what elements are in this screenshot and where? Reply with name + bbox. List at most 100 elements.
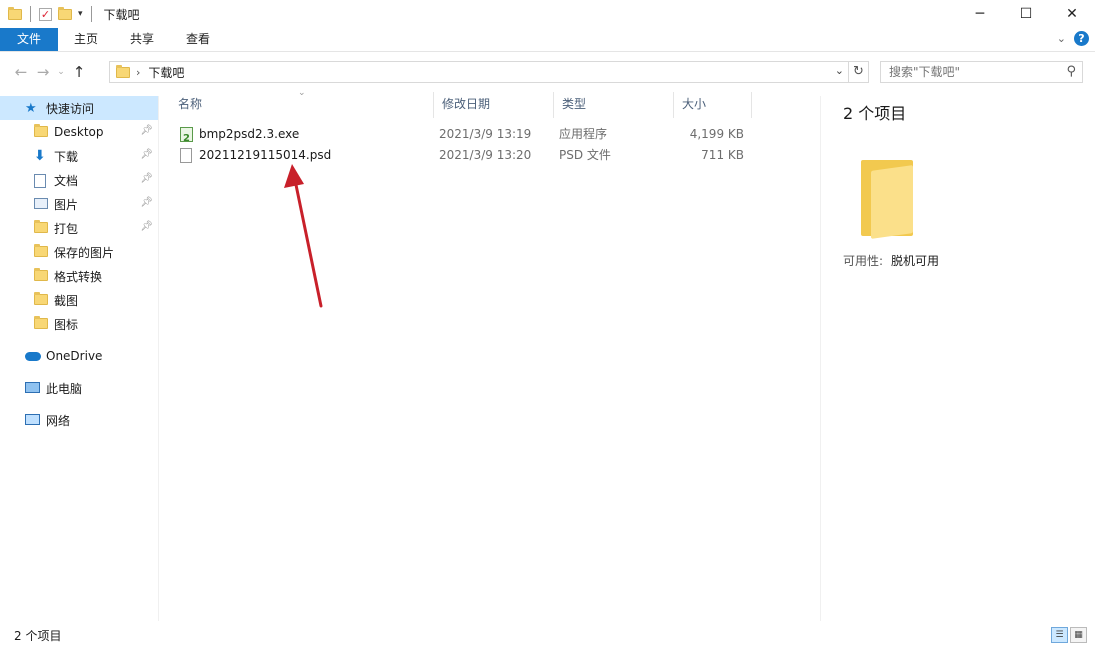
window-title: 下载吧 — [103, 7, 140, 22]
column-header-type[interactable]: 类型 — [554, 92, 674, 118]
status-bar: 2 个项目 ☰ ▦ — [0, 624, 1095, 647]
nav-item-desktop[interactable]: Desktop 📌︎ — [0, 120, 158, 144]
nav-item-screenshots[interactable]: 截图 — [0, 288, 158, 312]
column-header-date[interactable]: 修改日期 — [434, 92, 554, 118]
up-arrow-icon[interactable]: ↑ — [68, 63, 90, 81]
nav-onedrive[interactable]: OneDrive — [0, 344, 158, 368]
details-item-count: 2 个项目 — [843, 104, 907, 123]
nav-network[interactable]: 网络 — [0, 408, 158, 432]
quick-access-toolbar: ✓ ▾ — [0, 0, 94, 28]
expand-ribbon-chevron-icon[interactable]: ⌄ — [1057, 32, 1066, 45]
pin-icon: 📌︎ — [140, 149, 153, 160]
tab-share[interactable]: 共享 — [114, 28, 170, 51]
nav-item-icons[interactable]: 图标 — [0, 312, 158, 336]
new-folder-icon[interactable] — [58, 6, 72, 20]
folder-icon — [8, 6, 22, 20]
file-size: 711 KB — [701, 148, 744, 162]
folder-icon — [34, 220, 48, 233]
nav-item-format-convert[interactable]: 格式转换 — [0, 264, 158, 288]
network-icon — [25, 414, 40, 425]
details-view-icon[interactable]: ☰ — [1051, 627, 1068, 643]
toolbar-divider — [90, 6, 92, 22]
ribbon-right-controls: ⌄ ? — [1057, 31, 1089, 46]
column-header-name[interactable]: 名称 — [170, 92, 434, 118]
title-bar: ✓ ▾ 下载吧 ─ ☐ ✕ — [0, 0, 1095, 28]
file-row-psd[interactable]: 20211219115014.psd 2021/3/9 13:20 PSD 文件… — [170, 145, 815, 166]
folder-icon — [34, 292, 48, 305]
picture-icon — [34, 198, 48, 209]
large-icons-view-icon[interactable]: ▦ — [1070, 627, 1087, 643]
help-icon[interactable]: ? — [1074, 31, 1089, 46]
customize-toolbar-chevron-icon[interactable]: ▾ — [78, 9, 83, 19]
exe-icon: 2 — [180, 127, 193, 144]
document-icon — [34, 174, 46, 188]
forward-arrow-icon[interactable]: → — [32, 63, 54, 81]
nav-quick-access[interactable]: ★ 快速访问 — [0, 96, 158, 120]
maximize-button[interactable]: ☐ — [1003, 0, 1049, 28]
nav-item-pictures[interactable]: 图片 📌︎ — [0, 192, 158, 216]
navigation-pane: ★ 快速访问 Desktop 📌︎ ⬇ 下载 📌︎ 文档 📌︎ 图片 📌︎ 打包… — [0, 96, 158, 621]
refresh-icon[interactable]: ↻ — [848, 62, 868, 82]
tab-home[interactable]: 主页 — [58, 28, 114, 51]
cloud-icon — [25, 352, 41, 361]
file-row-exe[interactable]: 2 bmp2psd2.3.exe 2021/3/9 13:19 应用程序 4,1… — [170, 124, 815, 145]
nav-item-pack[interactable]: 打包 📌︎ — [0, 216, 158, 240]
folder-icon — [34, 244, 48, 257]
folder-icon — [34, 268, 48, 281]
toolbar-divider — [30, 6, 31, 22]
file-date: 2021/3/9 13:19 — [439, 127, 532, 141]
breadcrumb-current[interactable]: 下载吧 — [148, 64, 184, 81]
nav-item-documents[interactable]: 文档 📌︎ — [0, 168, 158, 192]
pane-divider[interactable] — [158, 96, 159, 621]
availability-value: 脱机可用 — [891, 254, 940, 268]
search-box[interactable]: ⚲ — [880, 61, 1083, 83]
address-row: ← → ⌄ ↑ › 下载吧 ⌄ ↻ ⚲ — [0, 56, 1095, 88]
pin-icon: 📌︎ — [140, 197, 153, 208]
computer-icon — [25, 382, 40, 393]
folder-icon — [34, 316, 48, 329]
search-input[interactable] — [889, 65, 1059, 79]
availability: 可用性: 脱机可用 — [843, 252, 939, 269]
details-pane: 2 个项目 可用性: 脱机可用 — [820, 96, 1090, 621]
psd-file-icon — [180, 148, 192, 163]
file-date: 2021/3/9 13:20 — [439, 148, 532, 162]
breadcrumb-chevron-icon[interactable]: › — [136, 66, 140, 79]
annotation-arrow — [284, 164, 323, 308]
file-size: 4,199 KB — [689, 127, 744, 141]
ribbon-tabs: 文件 主页 共享 查看 ⌄ ? — [0, 28, 1095, 52]
view-toggle: ☰ ▦ — [1051, 627, 1087, 643]
file-type: PSD 文件 — [559, 148, 611, 162]
large-folder-icon — [861, 160, 913, 239]
nav-item-saved-pictures[interactable]: 保存的图片 — [0, 240, 158, 264]
file-type: 应用程序 — [559, 127, 608, 141]
file-name[interactable]: bmp2psd2.3.exe — [199, 124, 299, 145]
tab-view[interactable]: 查看 — [170, 28, 226, 51]
window-controls: ─ ☐ ✕ — [957, 0, 1095, 28]
properties-icon[interactable]: ✓ — [39, 7, 52, 21]
folder-icon — [116, 64, 130, 78]
pin-icon: 📌︎ — [140, 125, 153, 136]
column-headers: ⌄ 名称 修改日期 类型 大小 — [170, 88, 815, 118]
tab-file[interactable]: 文件 — [0, 28, 59, 51]
pin-icon: 📌︎ — [140, 173, 153, 184]
column-header-size[interactable]: 大小 — [674, 92, 752, 118]
close-button[interactable]: ✕ — [1049, 0, 1095, 28]
address-dropdown-chevron-icon[interactable]: ⌄ — [835, 64, 844, 77]
back-arrow-icon[interactable]: ← — [10, 63, 32, 81]
nav-this-pc[interactable]: 此电脑 — [0, 376, 158, 400]
nav-item-downloads[interactable]: ⬇ 下载 📌︎ — [0, 144, 158, 168]
search-icon[interactable]: ⚲ — [1066, 64, 1076, 79]
minimize-button[interactable]: ─ — [957, 0, 1003, 28]
folder-icon — [34, 124, 48, 137]
star-icon: ★ — [25, 101, 37, 116]
recent-locations-chevron-icon[interactable]: ⌄ — [54, 67, 68, 77]
pin-icon: 📌︎ — [140, 221, 153, 232]
download-arrow-icon: ⬇ — [34, 148, 46, 164]
status-item-count: 2 个项目 — [14, 629, 62, 643]
availability-label: 可用性: — [843, 254, 884, 268]
file-list: ⌄ 名称 修改日期 类型 大小 2 bmp2psd2.3.exe 2021/3/… — [170, 88, 815, 166]
address-bar[interactable]: › 下载吧 ⌄ ↻ — [109, 61, 869, 83]
